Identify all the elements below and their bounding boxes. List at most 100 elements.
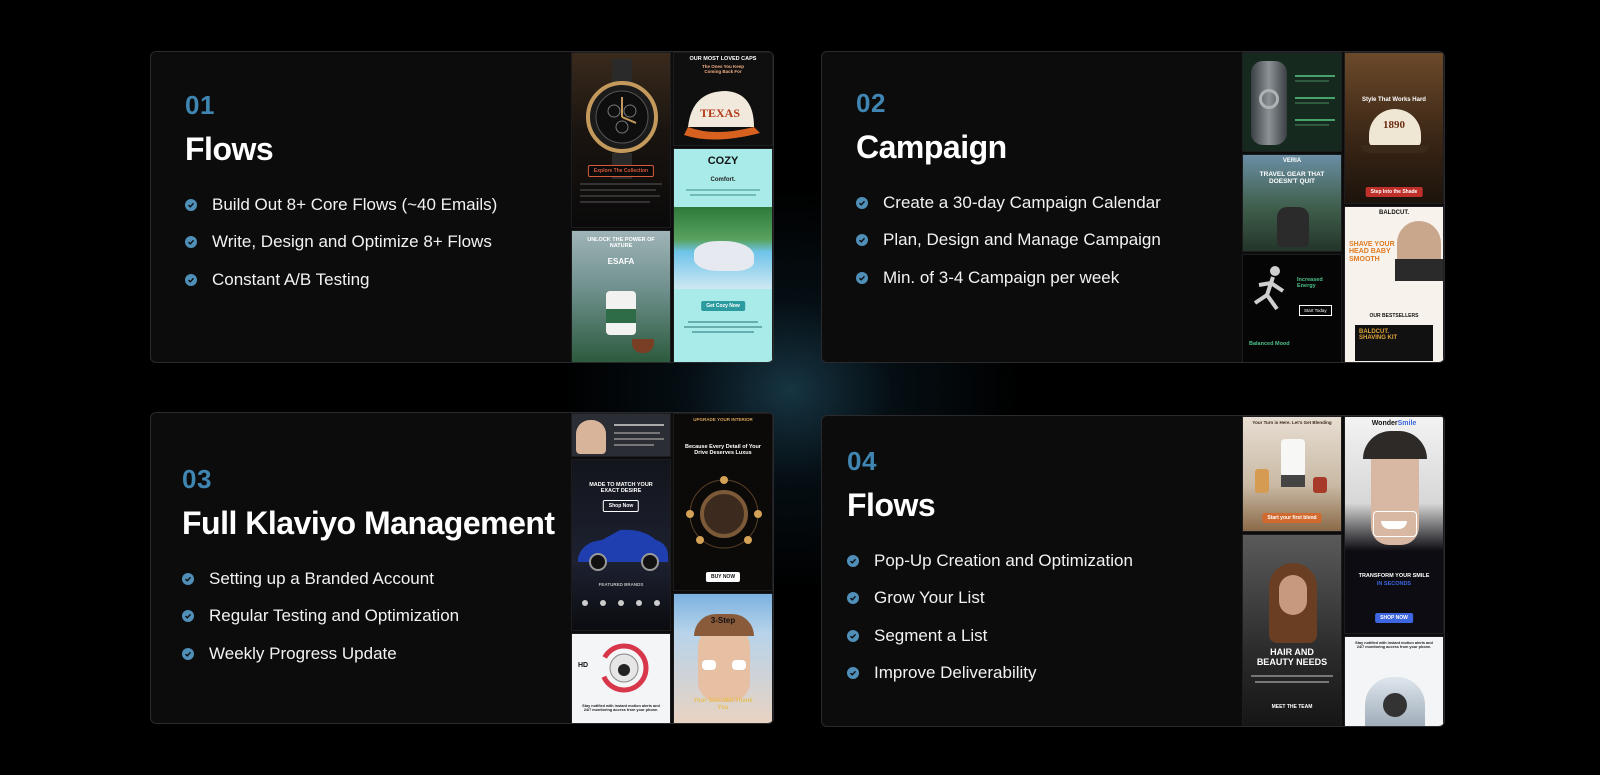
card-number: 03 <box>182 464 212 494</box>
feature-list: Create a 30-day Campaign Calendar Plan, … <box>856 184 1161 297</box>
list-item-label: Improve Deliverability <box>874 663 1037 683</box>
check-circle-icon <box>182 647 194 660</box>
caps-brand: TEXAS <box>700 106 740 120</box>
interior-label: UPGRADE YOUR INTERIOR <box>693 417 753 422</box>
caps-email-thumbnail: OUR MOST LOVED CAPS The Ones You Keep Co… <box>673 52 773 146</box>
cap-style-title: Style That Works Hard <box>1362 97 1426 103</box>
smile-brand: WonderSmile <box>1371 420 1417 427</box>
card-title: Flows <box>847 487 936 523</box>
list-item: Constant A/B Testing <box>185 261 497 299</box>
energy-title: Increased Energy <box>1297 277 1323 289</box>
car-shop-button[interactable]: Shop Now <box>602 500 640 512</box>
cozy-subtitle: Comfort. <box>710 177 736 183</box>
hair-title: HAIR AND BEAUTY NEEDS <box>1256 647 1328 668</box>
smile-shop-button[interactable]: SHOP NOW <box>1375 613 1413 623</box>
list-item: Segment a List <box>847 617 1133 655</box>
list-item: Write, Design and Optimize 8+ Flows <box>185 224 497 262</box>
service-card-flows: 01 Flows Build Out 8+ Core Flows (~40 Em… <box>150 51 774 363</box>
email-thumbnails: Explore The Collection OUR MOST LOVED CA… <box>571 52 773 362</box>
list-item: Regular Testing and Optimization <box>182 598 555 636</box>
cozy-email-thumbnail: COZY Comfort. Get Cozy Now <box>673 148 773 362</box>
card-title: Full Klaviyo Management <box>182 505 555 541</box>
list-item-label: Pop-Up Creation and Optimization <box>874 550 1133 570</box>
hair-email-thumbnail: HAIR AND BEAUTY NEEDS MEET THE TEAM <box>1242 534 1342 726</box>
meet-team-button[interactable]: MEET THE TEAM <box>1243 704 1341 711</box>
energy-email-thumbnail: Increased Energy Start Today Balanced Mo… <box>1242 254 1342 362</box>
cap-badge: 1890 <box>1383 119 1405 131</box>
esafa-title: UNLOCK THE POWER OF NATURE <box>587 237 655 250</box>
card-text: 04 Flows Pop-Up Creation and Optimizatio… <box>847 446 1133 692</box>
check-circle-icon <box>847 592 859 605</box>
camera-icon <box>599 643 649 693</box>
blender-shape <box>1281 439 1305 477</box>
veria-email-thumbnail: VERIA TRAVEL GEAR THAT DOESN'T QUIT <box>1242 154 1342 252</box>
feature-list: Setting up a Branded Account Regular Tes… <box>182 560 555 673</box>
check-circle-icon <box>185 236 197 249</box>
list-item-label: Plan, Design and Manage Campaign <box>883 230 1161 250</box>
list-item: Improve Deliverability <box>847 655 1133 693</box>
camera-label: HD <box>578 662 589 669</box>
explore-collection-button[interactable]: Explore The Collection <box>587 165 655 177</box>
list-item-label: Segment a List <box>874 625 988 645</box>
caps-subtitle: The Ones You Keep Coming Back For <box>701 64 745 75</box>
baldcut-email-thumbnail: BALDCUT. SHAVE YOUR HEAD BABY SMOOTH OUR… <box>1344 206 1444 362</box>
check-circle-icon <box>182 610 194 623</box>
check-circle-icon <box>856 234 868 247</box>
list-item: Create a 30-day Campaign Calendar <box>856 184 1161 222</box>
list-item-label: Constant A/B Testing <box>212 269 370 289</box>
blanket-shape <box>694 241 754 271</box>
card-title: Flows <box>185 131 274 167</box>
service-card-campaign: 02 Campaign Create a 30-day Campaign Cal… <box>821 51 1445 363</box>
card-number: 02 <box>856 88 886 118</box>
runner-icon <box>1253 266 1285 311</box>
list-item-label: Write, Design and Optimize 8+ Flows <box>212 232 492 252</box>
list-item: Grow Your List <box>847 580 1133 618</box>
caps-title: OUR MOST LOVED CAPS <box>689 56 757 62</box>
interior-buy-button[interactable]: BUY NOW <box>705 572 741 582</box>
list-item: Weekly Progress Update <box>182 635 555 673</box>
check-circle-icon <box>185 273 197 286</box>
smile-title: TRANSFORM YOUR SMILE <box>1358 573 1430 579</box>
energy-button[interactable]: Start Today <box>1299 305 1332 316</box>
smile-subtitle: IN SECONDS <box>1376 581 1412 587</box>
list-item-label: Setting up a Branded Account <box>209 568 434 588</box>
list-item-label: Create a 30-day Campaign Calendar <box>883 192 1161 212</box>
esafa-brand: ESAFA <box>607 257 635 266</box>
check-circle-icon <box>847 667 859 680</box>
camera-text: Stay notified with instant motion alerts… <box>1355 641 1433 650</box>
car-email-thumbnail: MADE TO MATCH YOUR EXACT DESIRE Shop Now… <box>571 459 671 631</box>
mood-title: Balanced Mood <box>1249 341 1290 347</box>
skin-subtitle: Your Skin Will Thank You <box>693 698 753 711</box>
get-cozy-button[interactable]: Get Cozy Now <box>701 301 745 311</box>
card-text: 02 Campaign Create a 30-day Campaign Cal… <box>856 88 1161 297</box>
service-card-flows-2: 04 Flows Pop-Up Creation and Optimizatio… <box>821 415 1445 727</box>
list-item-label: Min. of 3-4 Campaign per week <box>883 267 1120 287</box>
check-circle-icon <box>182 572 194 585</box>
check-circle-icon <box>185 198 197 211</box>
card-title: Campaign <box>856 129 1007 165</box>
blender-email-thumbnail: Your Turn is Here. Let's Get Blending St… <box>1242 416 1342 532</box>
steering-wheel-icon <box>686 476 762 549</box>
baldcut-brand: BALDCUT. <box>1379 210 1409 216</box>
step-into-shade-button[interactable]: Step Into the Shade <box>1365 187 1423 197</box>
baldcut-kit: BALDCUT. SHAVING KIT <box>1359 329 1398 342</box>
list-item-label: Grow Your List <box>874 588 985 608</box>
watch-icon <box>586 59 658 179</box>
card-text: 03 Full Klaviyo Management Setting up a … <box>182 464 555 673</box>
feature-list: Build Out 8+ Core Flows (~40 Emails) Wri… <box>185 186 497 299</box>
feature-list: Pop-Up Creation and Optimization Grow Yo… <box>847 542 1133 692</box>
testimonial-email-thumbnail <box>571 413 671 457</box>
smile-email-thumbnail: WonderSmile TRANSFORM YOUR SMILE IN SECO… <box>1344 416 1444 634</box>
list-item: Pop-Up Creation and Optimization <box>847 542 1133 580</box>
cozy-title: COZY <box>707 155 739 167</box>
car-brands-label: FEATURED BRANDS <box>598 582 644 587</box>
check-circle-icon <box>847 629 859 642</box>
watch-email-thumbnail: Explore The Collection <box>571 52 671 228</box>
skin-title: 3-Step <box>710 616 736 625</box>
camera-email-thumbnail-2: Stay notified with instant motion alerts… <box>1344 636 1444 726</box>
start-blend-button[interactable]: Start your first blend <box>1262 513 1322 523</box>
email-thumbnails: MADE TO MATCH YOUR EXACT DESIRE Shop Now… <box>571 413 773 723</box>
skincare-email-thumbnail: 3-Step Your Skin Will Thank You <box>673 593 773 723</box>
cap-style-email-thumbnail: Style That Works Hard 1890 Step Into the… <box>1344 52 1444 204</box>
car-icon <box>578 529 668 571</box>
